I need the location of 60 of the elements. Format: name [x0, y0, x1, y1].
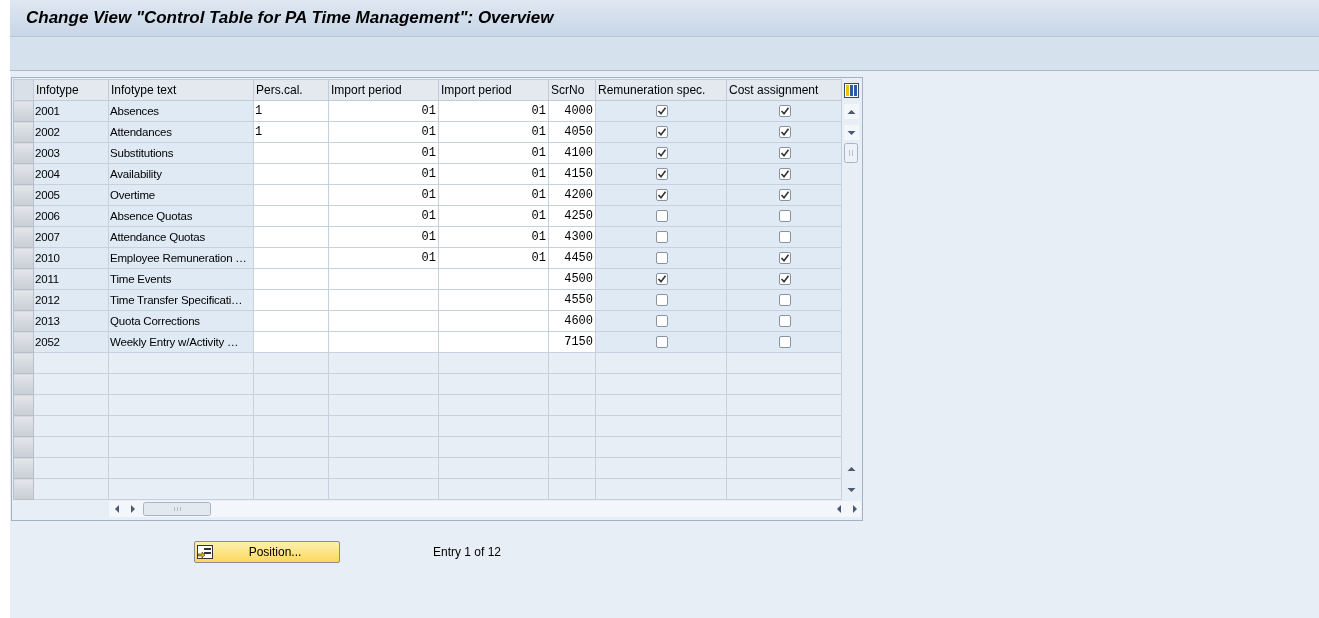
checkbox[interactable]: [778, 252, 791, 265]
row-selector[interactable]: [13, 100, 34, 122]
scroll-down-icon[interactable]: [843, 124, 859, 140]
row-selector[interactable]: [13, 457, 34, 479]
column-header[interactable]: Infotype text: [108, 79, 254, 101]
checkbox[interactable]: [655, 168, 668, 181]
scroll-thumb[interactable]: [142, 502, 211, 516]
checkbox[interactable]: [655, 189, 668, 202]
row-selector[interactable]: [13, 478, 34, 500]
entry-counter: Entry 1 of 12: [433, 545, 502, 559]
checkbox[interactable]: [778, 231, 791, 244]
checkbox[interactable]: [778, 294, 791, 307]
checkbox[interactable]: [655, 273, 668, 286]
scroll-thumb[interactable]: [844, 143, 859, 163]
row-selector[interactable]: [13, 184, 34, 206]
checkbox[interactable]: [778, 105, 791, 118]
checkbox[interactable]: [655, 315, 668, 328]
checkbox[interactable]: [655, 231, 668, 244]
row-selector[interactable]: [13, 247, 34, 269]
row-selector[interactable]: [13, 394, 34, 416]
row-selector[interactable]: [13, 352, 34, 374]
column-header[interactable]: Import period: [328, 79, 439, 101]
row-selector[interactable]: [13, 163, 34, 185]
checkbox[interactable]: [778, 168, 791, 181]
row-selector[interactable]: [13, 205, 34, 227]
checkbox[interactable]: [655, 147, 668, 160]
position-button[interactable]: Position...: [194, 541, 340, 563]
column-header[interactable]: Pers.cal.: [253, 79, 329, 101]
checkbox[interactable]: [778, 315, 791, 328]
checkbox[interactable]: [778, 147, 791, 160]
position-icon[interactable]: [197, 545, 213, 559]
column-header[interactable]: Remuneration spec.: [595, 79, 727, 101]
row-selector[interactable]: [13, 331, 34, 353]
column-header[interactable]: ScrNo: [548, 79, 596, 101]
row-selector[interactable]: [13, 373, 34, 395]
scroll-up-icon[interactable]: [843, 103, 859, 119]
checkbox[interactable]: [655, 294, 668, 307]
checkbox[interactable]: [778, 210, 791, 223]
column-header[interactable]: Infotype: [33, 79, 109, 101]
row-selector[interactable]: [13, 310, 34, 332]
row-selector[interactable]: [13, 226, 34, 248]
row-selector[interactable]: [13, 289, 34, 311]
checkbox[interactable]: [655, 210, 668, 223]
checkbox[interactable]: [778, 189, 791, 202]
checkbox[interactable]: [778, 336, 791, 349]
checkbox[interactable]: [655, 336, 668, 349]
column-header[interactable]: Import period: [438, 79, 549, 101]
row-selector[interactable]: [13, 121, 34, 143]
window-title: Change View "Control Table for PA Time Management": Overview: [26, 8, 554, 28]
column-header[interactable]: Cost assignment: [726, 79, 842, 101]
row-selector[interactable]: [13, 436, 34, 458]
row-selector[interactable]: [13, 415, 34, 437]
row-selector[interactable]: [13, 142, 34, 164]
checkbox[interactable]: [655, 105, 668, 118]
checkbox[interactable]: [655, 126, 668, 139]
column-settings-icon[interactable]: [843, 82, 859, 98]
checkbox[interactable]: [778, 126, 791, 139]
checkbox[interactable]: [655, 252, 668, 265]
row-selector[interactable]: [13, 268, 34, 290]
checkbox[interactable]: [778, 273, 791, 286]
